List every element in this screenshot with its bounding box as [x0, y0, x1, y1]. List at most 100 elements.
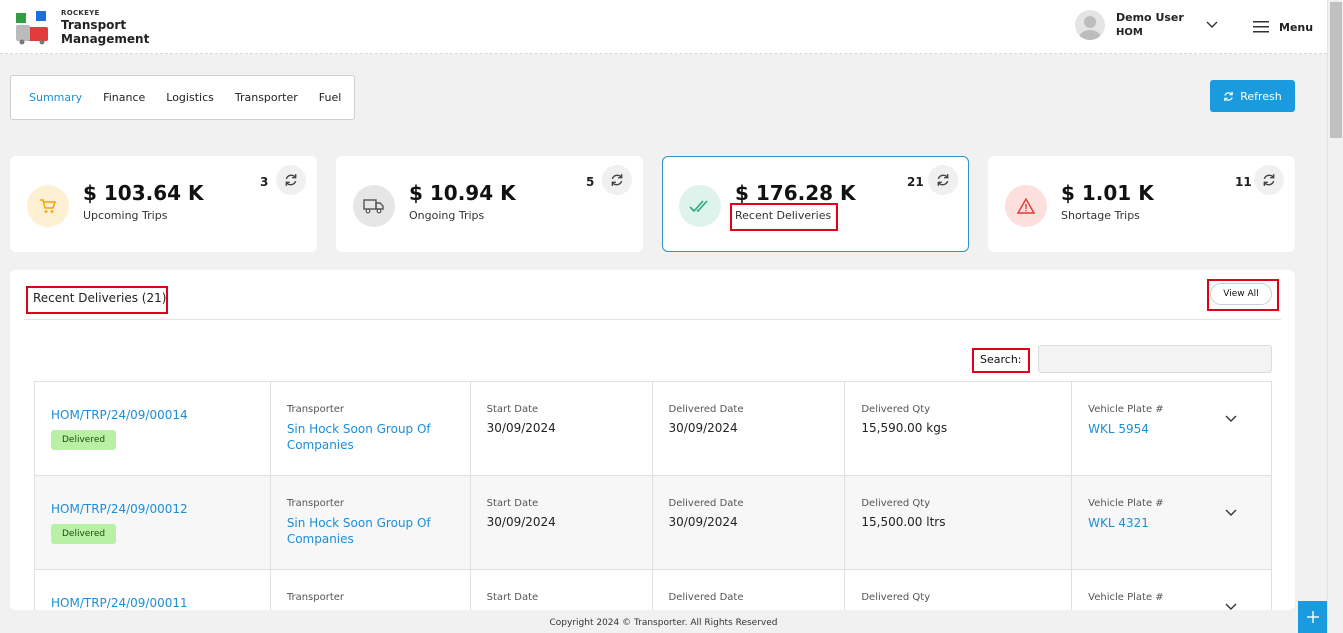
transporter-label: Transporter	[286, 404, 344, 415]
delivered-qty-label: Delivered Qty	[861, 592, 931, 603]
search-label: Search:	[980, 353, 1022, 366]
double-check-icon	[689, 200, 708, 213]
start-date-cell: Start Date 30/09/2024	[471, 476, 653, 569]
card-recent-deliveries[interactable]: $ 176.28 K Recent Deliveries 21	[662, 156, 969, 252]
delivered-qty-cell: Delivered Qty 15,590.00 kgs	[845, 382, 1073, 475]
tab-logistics[interactable]: Logistics	[166, 91, 214, 104]
transporter-link[interactable]: Sin Hock Soon Group Of Companies	[287, 421, 454, 453]
start-date-cell: Start Date 30/09/2024	[471, 382, 653, 475]
card-label: Recent Deliveries	[735, 209, 832, 222]
transporter-cell: Transporter	[271, 570, 471, 610]
card-count: 21	[907, 175, 924, 189]
card-shortage-trips[interactable]: $ 1.01 K Shortage Trips 11	[988, 156, 1295, 252]
delivered-date-cell: Delivered Date	[653, 570, 846, 610]
transporter-cell: Transporter Sin Hock Soon Group Of Compa…	[271, 382, 471, 475]
delivered-date-label: Delivered Date	[668, 592, 744, 603]
card-amount: $ 176.28 K	[735, 181, 856, 205]
card-refresh-button[interactable]	[1254, 165, 1284, 195]
card-refresh-button[interactable]	[276, 165, 306, 195]
user-avatar-icon	[1079, 16, 1101, 40]
user-name[interactable]: Demo User	[1116, 11, 1184, 24]
delivered-date-label: Delivered Date	[668, 404, 744, 415]
menu-button[interactable]: Menu	[1253, 18, 1313, 36]
start-date-value: 30/09/2024	[486, 421, 556, 435]
transporter-link[interactable]: Sin Hock Soon Group Of Companies	[287, 515, 454, 547]
transporter-label: Transporter	[286, 498, 344, 509]
card-icon-wrap	[353, 185, 395, 227]
start-date-label: Start Date	[486, 404, 539, 415]
brand-title-line1: Transport	[61, 18, 127, 32]
status-badge: Delivered	[51, 524, 117, 544]
card-count: 3	[260, 175, 269, 189]
tab-summary[interactable]: Summary	[29, 91, 82, 104]
panel-title: Recent Deliveries (21)	[33, 291, 167, 305]
delivered-date-value: 30/09/2024	[668, 421, 738, 435]
chevron-down-icon[interactable]	[1224, 412, 1238, 426]
card-refresh-button[interactable]	[602, 165, 632, 195]
table-row[interactable]: HOM/TRP/24/09/00014 Delivered Transporte…	[35, 382, 1273, 476]
start-date-cell: Start Date	[471, 570, 653, 610]
plus-icon	[1306, 611, 1319, 623]
chevron-down-icon[interactable]	[1224, 600, 1238, 610]
delivered-qty-value: 15,500.00 ltrs	[861, 515, 946, 529]
card-ongoing-trips[interactable]: $ 10.94 K Ongoing Trips 5	[336, 156, 643, 252]
brand-small-text: ROCKEYE	[61, 9, 100, 17]
brand-title: Transport Management	[61, 18, 149, 46]
add-button[interactable]	[1298, 601, 1327, 633]
refresh-button[interactable]: Refresh	[1210, 80, 1295, 112]
brand-title-line2: Management	[61, 32, 150, 46]
delivered-qty-value: 15,590.00 kgs	[861, 421, 948, 435]
delivered-date-cell: Delivered Date 30/09/2024	[653, 476, 846, 569]
trip-id-link[interactable]: HOM/TRP/24/09/00012	[51, 502, 254, 516]
truck-icon	[363, 199, 384, 214]
card-icon-wrap	[1005, 185, 1047, 227]
card-label: Upcoming Trips	[83, 209, 168, 222]
trip-id-link[interactable]: HOM/TRP/24/09/00014	[51, 408, 254, 422]
tab-transporter[interactable]: Transporter	[235, 91, 298, 104]
delivered-date-label: Delivered Date	[668, 498, 744, 509]
start-date-label: Start Date	[486, 592, 539, 603]
card-amount: $ 1.01 K	[1061, 181, 1154, 205]
trip-cell: HOM/TRP/24/09/00011	[35, 570, 271, 610]
cart-icon	[40, 199, 57, 213]
start-date-label: Start Date	[486, 498, 539, 509]
transporter-label: Transporter	[286, 592, 344, 603]
refresh-icon	[937, 174, 949, 186]
refresh-icon	[611, 174, 623, 186]
trip-cell: HOM/TRP/24/09/00012 Delivered	[35, 476, 271, 569]
delivered-date-value: 30/09/2024	[668, 515, 738, 529]
card-refresh-button[interactable]	[928, 165, 958, 195]
card-amount: $ 103.64 K	[83, 181, 204, 205]
tab-finance[interactable]: Finance	[103, 91, 145, 104]
chevron-down-icon[interactable]	[1205, 18, 1219, 32]
card-amount: $ 10.94 K	[409, 181, 516, 205]
card-label: Ongoing Trips	[409, 209, 485, 222]
refresh-icon	[1263, 174, 1275, 186]
warning-icon	[1017, 198, 1035, 214]
scrollbar-thumb[interactable]	[1330, 2, 1342, 138]
table-row[interactable]: HOM/TRP/24/09/00011 Transporter Start Da…	[35, 570, 1273, 610]
trip-cell: HOM/TRP/24/09/00014 Delivered	[35, 382, 271, 475]
search-input[interactable]	[1038, 345, 1272, 373]
tab-fuel[interactable]: Fuel	[319, 91, 342, 104]
start-date-value: 30/09/2024	[486, 515, 556, 529]
table-row[interactable]: HOM/TRP/24/09/00012 Delivered Transporte…	[35, 476, 1273, 570]
brand-logo	[16, 11, 48, 45]
trip-id-link[interactable]: HOM/TRP/24/09/00011	[51, 596, 254, 610]
deliveries-table: HOM/TRP/24/09/00014 Delivered Transporte…	[34, 381, 1273, 610]
user-avatar[interactable]	[1075, 10, 1105, 40]
card-count: 5	[586, 175, 595, 189]
recent-deliveries-panel: Recent Deliveries (21) View All Search: …	[10, 270, 1295, 610]
menu-label: Menu	[1279, 20, 1314, 34]
refresh-icon	[285, 174, 297, 186]
delivered-qty-label: Delivered Qty	[861, 404, 931, 415]
card-label: Shortage Trips	[1061, 209, 1140, 222]
vehicle-plate-cell: Vehicle Plate # WKL 4321	[1072, 476, 1273, 569]
card-upcoming-trips[interactable]: $ 103.64 K Upcoming Trips 3	[10, 156, 317, 252]
user-role: HOM	[1116, 27, 1143, 38]
view-all-button[interactable]: View All	[1210, 283, 1272, 305]
page-scrollbar[interactable]	[1327, 0, 1343, 633]
transporter-cell: Transporter Sin Hock Soon Group Of Compa…	[271, 476, 471, 569]
chevron-down-icon[interactable]	[1224, 506, 1238, 520]
delivered-date-cell: Delivered Date 30/09/2024	[653, 382, 846, 475]
